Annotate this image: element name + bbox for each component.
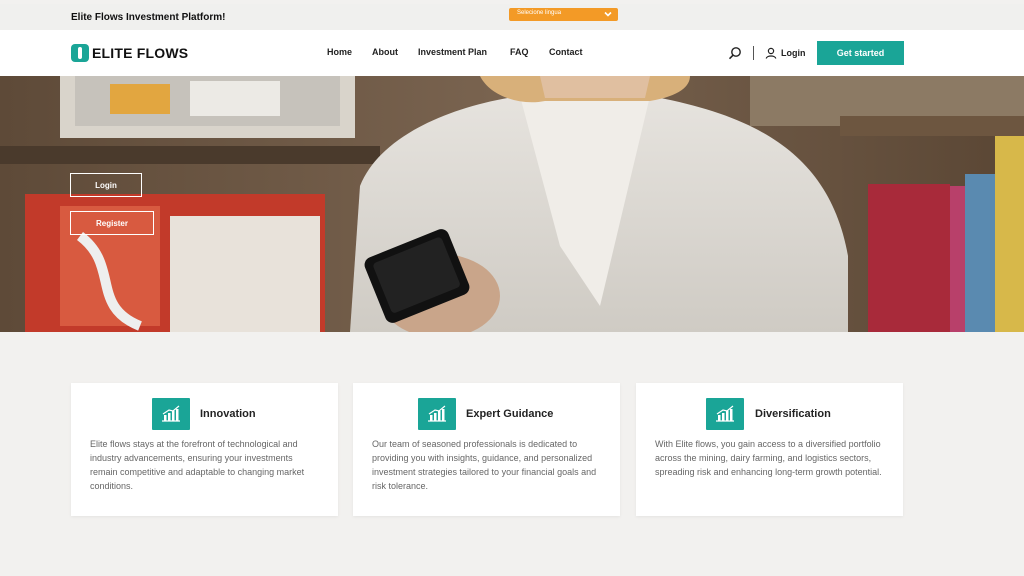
chevron-down-icon xyxy=(604,11,612,17)
chart-growth-icon xyxy=(152,398,190,430)
search-icon[interactable] xyxy=(728,46,742,60)
hero-login-button[interactable]: Login xyxy=(70,173,142,197)
nav-divider xyxy=(753,46,754,60)
chart-growth-icon xyxy=(418,398,456,430)
feature-card-header: Diversification xyxy=(636,398,903,430)
announcement-text: Elite Flows Investment Platform! xyxy=(71,12,226,23)
hero-banner: Login Register xyxy=(0,76,1024,332)
nav-link-contact[interactable]: Contact xyxy=(549,47,583,57)
nav-link-home[interactable]: Home xyxy=(327,47,352,57)
hero-register-button[interactable]: Register xyxy=(70,211,154,235)
feature-card-text: Our team of seasoned professionals is de… xyxy=(372,439,597,491)
feature-card-header: Innovation xyxy=(71,398,338,430)
get-started-button[interactable]: Get started xyxy=(817,41,904,65)
login-link-label: Login xyxy=(781,48,806,58)
feature-card-innovation: Innovation Elite flows stays at the fore… xyxy=(71,383,338,516)
hero-photo xyxy=(0,76,1024,332)
nav-link-faq[interactable]: FAQ xyxy=(510,47,529,57)
language-select-label: Selecione lingua xyxy=(517,10,562,16)
features-section: Innovation Elite flows stays at the fore… xyxy=(0,332,1024,576)
top-announcement-bar: Elite Flows Investment Platform! Selecio… xyxy=(0,4,1024,30)
login-link[interactable]: Login xyxy=(765,46,806,60)
nav-link-investment-plan[interactable]: Investment Plan xyxy=(418,47,487,57)
feature-card-title: Diversification xyxy=(755,408,831,420)
language-select[interactable]: Selecione lingua xyxy=(509,8,618,21)
chart-growth-icon xyxy=(706,398,744,430)
feature-card-text: Elite flows stays at the forefront of te… xyxy=(90,439,305,491)
nav-link-about[interactable]: About xyxy=(372,47,398,57)
user-icon xyxy=(765,47,777,59)
main-navbar: ELITE FLOWS Home About Investment Plan F… xyxy=(0,30,1024,76)
feature-card-header: Expert Guidance xyxy=(353,398,620,430)
feature-card-diversification: Diversification With Elite flows, you ga… xyxy=(636,383,903,516)
feature-card-expert-guidance: Expert Guidance Our team of seasoned pro… xyxy=(353,383,620,516)
feature-card-title: Expert Guidance xyxy=(466,408,554,420)
feature-card-text: With Elite flows, you gain access to a d… xyxy=(655,439,882,477)
feature-card-title: Innovation xyxy=(200,408,256,420)
